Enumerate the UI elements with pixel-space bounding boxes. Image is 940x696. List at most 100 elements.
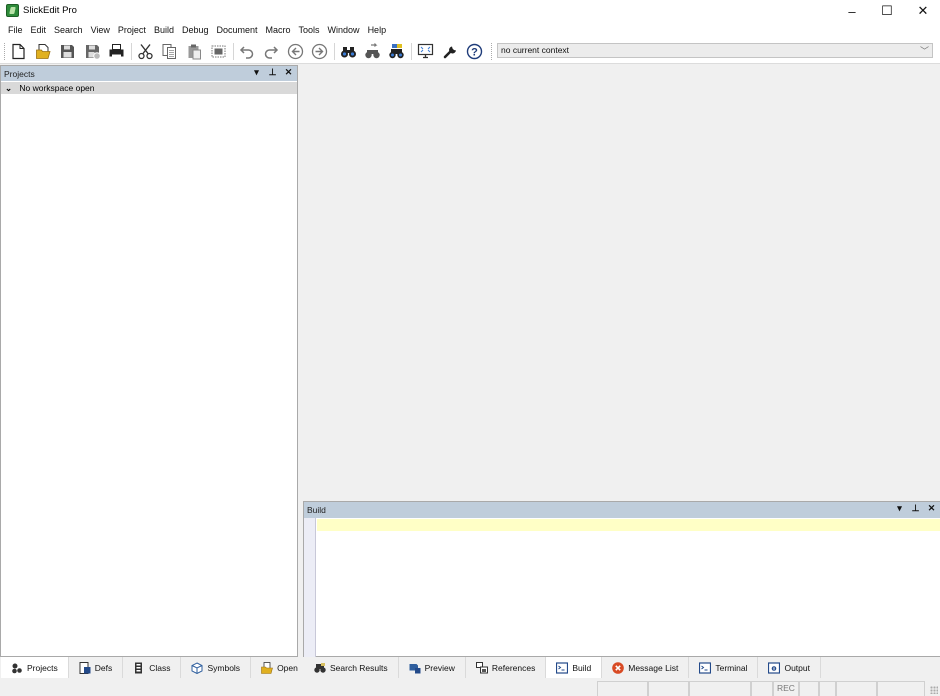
maximize-button[interactable]: ☐ <box>869 0 905 22</box>
new-file-icon <box>12 43 25 60</box>
tab-label: Symbols <box>207 662 241 673</box>
save-all-button[interactable] <box>82 41 103 62</box>
menu-project[interactable]: Project <box>114 22 150 39</box>
find-button[interactable] <box>338 41 359 62</box>
tab-output[interactable]: Output <box>758 657 821 678</box>
forward-arrow-icon <box>311 43 328 60</box>
tab-label: Message List <box>628 662 679 673</box>
tab-label: Terminal <box>715 662 748 673</box>
status-cell <box>597 681 648 696</box>
paste-button[interactable] <box>184 41 205 62</box>
pin-icon[interactable]: ⊥ <box>910 503 921 514</box>
tree-item-workspace[interactable]: ⌄ No workspace open <box>1 82 297 94</box>
tab-message-list[interactable]: Message List <box>602 657 690 678</box>
status-cell <box>877 681 925 696</box>
forward-button[interactable] <box>309 41 330 62</box>
menu-search[interactable]: Search <box>50 22 87 39</box>
tab-label: References <box>491 662 536 673</box>
status-cell <box>689 681 751 696</box>
open-icon <box>261 661 273 674</box>
message-list-icon <box>612 661 625 674</box>
minimize-button[interactable]: – <box>834 0 870 22</box>
tab-build[interactable]: Build <box>546 657 603 678</box>
menu-tools[interactable]: Tools <box>295 22 324 39</box>
close-button[interactable]: ✕ <box>905 0 940 22</box>
undo-button[interactable] <box>237 41 258 62</box>
output-icon <box>768 661 781 674</box>
paste-icon <box>188 44 201 60</box>
projects-panel-header[interactable]: Projects ▾ ⊥ ✕ <box>1 66 297 81</box>
options-button[interactable] <box>440 41 461 62</box>
cut-button[interactable] <box>135 41 156 62</box>
fullscreen-monitor-icon <box>417 43 434 59</box>
select-block-icon <box>211 45 226 58</box>
menu-macro[interactable]: Macro <box>262 22 295 39</box>
close-icon[interactable]: ✕ <box>283 67 294 78</box>
menu-help[interactable]: Help <box>364 22 391 39</box>
bottom-tabstrip: Search Results Preview References Build … <box>304 657 821 678</box>
build-gutter <box>304 518 316 657</box>
build-panel-header[interactable]: Build ▾ ⊥ ✕ <box>304 502 940 518</box>
status-rec-indicator[interactable]: REC <box>773 681 799 696</box>
tab-label: Defs <box>94 662 113 673</box>
menu-window[interactable]: Window <box>324 22 364 39</box>
menu-build[interactable]: Build <box>150 22 178 39</box>
new-file-button[interactable] <box>8 41 29 62</box>
close-icon[interactable]: ✕ <box>926 503 937 514</box>
tab-class[interactable]: Class <box>123 657 182 678</box>
projects-panel-title: Projects <box>4 69 35 79</box>
tab-defs[interactable]: Defs <box>68 657 124 678</box>
tab-projects[interactable]: Projects <box>1 657 69 678</box>
select-block-button[interactable] <box>208 41 229 62</box>
pin-icon[interactable]: ⊥ <box>267 67 278 78</box>
left-tabstrip: Projects Defs Class Symbols Open <box>1 657 309 678</box>
tab-search-results[interactable]: Search Results <box>304 657 399 678</box>
menu-view[interactable]: View <box>87 22 114 39</box>
menu-document[interactable]: Document <box>212 22 261 39</box>
title-bar: SlickEdit Pro – ☐ ✕ <box>0 0 940 22</box>
back-button[interactable] <box>285 41 306 62</box>
resize-grip-icon[interactable] <box>930 686 938 694</box>
menu-file[interactable]: File <box>4 22 27 39</box>
fullscreen-button[interactable] <box>415 41 436 62</box>
find-in-files-button[interactable] <box>386 41 407 62</box>
tab-terminal[interactable]: Terminal <box>689 657 759 678</box>
redo-icon <box>264 46 279 59</box>
open-file-button[interactable] <box>33 41 54 62</box>
build-current-line[interactable] <box>317 519 940 531</box>
save-button[interactable] <box>57 41 78 62</box>
build-icon <box>556 661 569 674</box>
menu-debug[interactable]: Debug <box>178 22 213 39</box>
print-button[interactable] <box>106 41 127 62</box>
chevron-down-icon[interactable]: ⌄ <box>5 83 17 94</box>
copy-button[interactable] <box>159 41 180 62</box>
panel-menu-icon[interactable]: ▾ <box>894 503 905 514</box>
find-replace-button[interactable] <box>362 41 383 62</box>
undo-icon <box>239 46 254 59</box>
tab-label: Search Results <box>330 662 388 673</box>
toolbar-grip[interactable] <box>491 43 493 60</box>
tab-open[interactable]: Open <box>251 657 309 678</box>
menu-edit[interactable]: Edit <box>27 22 51 39</box>
toolbar-grip[interactable] <box>4 43 6 60</box>
panel-menu-icon[interactable]: ▾ <box>251 67 262 78</box>
tab-references[interactable]: References <box>465 657 547 678</box>
copy-icon <box>162 44 176 59</box>
find-in-files-icon <box>389 44 404 59</box>
symbols-icon <box>191 661 203 674</box>
class-icon <box>133 662 145 674</box>
current-context-dropdown[interactable]: no current context ﹀ <box>497 43 933 58</box>
help-button[interactable]: ? <box>464 41 485 62</box>
preview-icon <box>409 662 421 674</box>
tab-symbols[interactable]: Symbols <box>181 657 252 678</box>
save-icon <box>61 45 74 58</box>
toolbar-separator <box>411 43 412 60</box>
references-icon <box>475 661 488 674</box>
tab-label: Open <box>277 662 298 673</box>
terminal-icon <box>699 661 712 674</box>
tab-preview[interactable]: Preview <box>398 657 466 678</box>
status-cell <box>799 681 819 696</box>
back-arrow-icon <box>287 43 304 60</box>
status-bar: REC <box>0 679 940 696</box>
redo-button[interactable] <box>260 41 281 62</box>
